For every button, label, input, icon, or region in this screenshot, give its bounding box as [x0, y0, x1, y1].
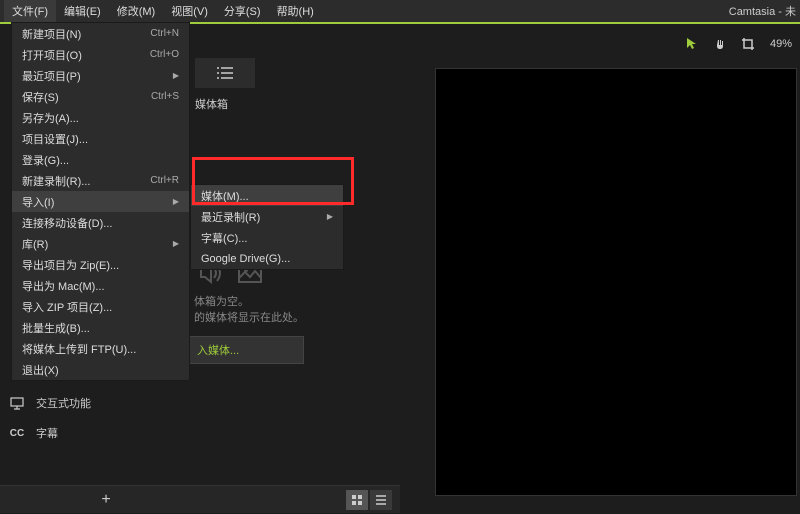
dd-import[interactable]: 导入(I)▶	[12, 191, 189, 212]
dd-new-project[interactable]: 新建项目(N)Ctrl+N	[12, 23, 189, 44]
bottom-bar: +	[0, 485, 400, 513]
dd-upload-ftp[interactable]: 将媒体上传到 FTP(U)...	[12, 338, 189, 359]
tab-list-view[interactable]	[195, 58, 255, 88]
dd-import-zip[interactable]: 导入 ZIP 项目(Z)...	[12, 296, 189, 317]
sub-recent-recording[interactable]: 最近录制(R)▶	[191, 206, 343, 227]
present-icon	[8, 394, 26, 412]
view-toggle	[346, 490, 392, 510]
app-title: Camtasia - 未	[729, 3, 796, 19]
menu-help[interactable]: 帮助(H)	[269, 0, 322, 22]
zoom-level[interactable]: 49%	[770, 38, 792, 50]
grid-view-icon[interactable]	[346, 490, 368, 510]
empty-state-text: 体箱为空。 的媒体将显示在此处。	[194, 294, 304, 326]
media-bin-label: 媒体箱	[195, 96, 228, 112]
crop-icon[interactable]	[738, 34, 758, 54]
dd-export-mac[interactable]: 导出为 Mac(M)...	[12, 275, 189, 296]
dd-exit[interactable]: 退出(X)	[12, 359, 189, 380]
canvas-toolbar: 49%	[682, 28, 800, 60]
add-track-button[interactable]: +	[92, 486, 120, 514]
file-dropdown: 新建项目(N)Ctrl+N 打开项目(O)Ctrl+O 最近项目(P)▶ 保存(…	[11, 22, 190, 381]
dd-library[interactable]: 库(R)▶	[12, 233, 189, 254]
sub-media[interactable]: 媒体(M)...	[191, 185, 343, 206]
menu-share[interactable]: 分享(S)	[216, 0, 269, 22]
preview-canvas[interactable]	[435, 68, 797, 496]
dd-open-project[interactable]: 打开项目(O)Ctrl+O	[12, 44, 189, 65]
menubar: 文件(F) 编辑(E) 修改(M) 视图(V) 分享(S) 帮助(H) Camt…	[0, 0, 800, 22]
sub-captions[interactable]: 字幕(C)...	[191, 227, 343, 248]
import-submenu: 媒体(M)... 最近录制(R)▶ 字幕(C)... Google Drive(…	[190, 184, 344, 270]
import-media-button[interactable]: 入媒体...	[188, 336, 304, 364]
dd-new-recording[interactable]: 新建录制(R)...Ctrl+R	[12, 170, 189, 191]
pointer-icon[interactable]	[682, 34, 702, 54]
sub-google-drive[interactable]: Google Drive(G)...	[191, 248, 343, 269]
menu-edit[interactable]: 编辑(E)	[56, 0, 109, 22]
menu-modify[interactable]: 修改(M)	[109, 0, 164, 22]
dd-connect-mobile[interactable]: 连接移动设备(D)...	[12, 212, 189, 233]
dd-export-zip[interactable]: 导出项目为 Zip(E)...	[12, 254, 189, 275]
media-tabs	[195, 58, 255, 88]
list-view-icon[interactable]	[370, 490, 392, 510]
dd-recent-projects[interactable]: 最近项目(P)▶	[12, 65, 189, 86]
cc-icon: CC	[8, 424, 26, 442]
dd-save-as[interactable]: 另存为(A)...	[12, 107, 189, 128]
menu-file[interactable]: 文件(F)	[4, 0, 56, 22]
sidebar-item-label: 字幕	[36, 425, 58, 441]
menu-view[interactable]: 视图(V)	[163, 0, 216, 22]
sidebar-captions[interactable]: CC 字幕	[0, 418, 100, 448]
hand-icon[interactable]	[710, 34, 730, 54]
dd-login[interactable]: 登录(G)...	[12, 149, 189, 170]
sidebar-item-label: 交互式功能	[36, 395, 91, 411]
dd-project-settings[interactable]: 项目设置(J)...	[12, 128, 189, 149]
dd-save[interactable]: 保存(S)Ctrl+S	[12, 86, 189, 107]
sidebar-interactive[interactable]: 交互式功能	[0, 388, 100, 418]
dd-batch[interactable]: 批量生成(B)...	[12, 317, 189, 338]
